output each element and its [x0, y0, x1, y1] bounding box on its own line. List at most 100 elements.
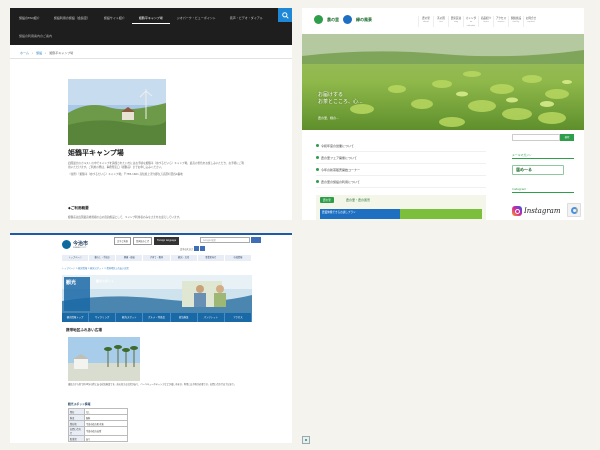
instagram-icon	[512, 206, 522, 216]
breadcrumb-home[interactable]: ホーム	[20, 51, 29, 55]
search-button[interactable]: 検索	[560, 134, 574, 141]
language-button[interactable]: Foreign language	[154, 237, 180, 245]
nav-item-sublabel: contact	[527, 21, 535, 23]
global-nav-item[interactable]: 事業者向け	[198, 255, 225, 261]
bullet-icon	[316, 156, 319, 159]
spot-info-table: 所在 なし 料金 無料 所在地 今治市伯方町木浦 お問い合わせ 今治市伯方支所 駐車場 あり	[68, 408, 128, 442]
global-nav-item[interactable]: 観光・文化	[171, 255, 198, 261]
leaf-logo-icon	[314, 15, 323, 24]
google-search-button[interactable]	[251, 237, 261, 243]
nav-item[interactable]: 商品紹介 items	[478, 16, 493, 27]
search-button[interactable]	[278, 8, 292, 22]
top-bar	[10, 233, 292, 235]
google-search-input[interactable]: Google 検索	[200, 237, 250, 243]
mail-magazine-button[interactable]: 届め〜る	[512, 165, 564, 175]
search-input[interactable]	[512, 134, 560, 141]
news-item[interactable]: 今年の新茶販売開始コーナー	[316, 164, 486, 176]
city-site-screenshot: 今治市 IMABARI CITY 文字と背景 音声読み上げ Foreign la…	[10, 233, 292, 443]
spot-photo	[68, 337, 140, 381]
news-item[interactable]: 農の里の施設の利用について	[316, 176, 486, 188]
nav-item-label: 農の里	[422, 17, 430, 20]
banner-strip-image	[400, 209, 482, 219]
nav-item-sublabel: access	[497, 21, 505, 23]
nav-item[interactable]: 茶の国 tea	[433, 16, 448, 27]
news-item[interactable]: 農の里フェア開催について	[316, 152, 486, 164]
nav-item-sublabel: items	[483, 21, 489, 23]
city-logo[interactable]: 今治市 IMABARI CITY	[62, 240, 88, 249]
nav-item-label: 茶の国	[437, 17, 445, 20]
breadcrumb-current: 姫鶴平キャンプ場	[49, 51, 74, 55]
global-nav-item[interactable]: 健康・福祉	[116, 255, 144, 261]
breadcrumb-facility[interactable]: 施設	[36, 51, 42, 55]
news-item[interactable]: 令和年度の営業について	[316, 140, 486, 152]
nav-item[interactable]: 施設サイト紹介	[97, 16, 132, 24]
camp-site-screenshot: 施設のFAQ紹介 施設利用の施設（会館室） 施設サイト紹介 姫鶴平キャンプ場 ジオパーク…	[10, 8, 292, 220]
nav-item[interactable]: 施設利用の施設（会館室）	[47, 16, 97, 24]
banner-subtitle: 観光スポット	[96, 279, 115, 283]
camp-photo	[68, 79, 166, 145]
nav-item[interactable]: 農家民泊 stay	[448, 16, 463, 27]
nav-item-label: 農家民泊	[450, 17, 462, 20]
section-heading: ◆ご利用概要	[68, 206, 89, 210]
global-nav-item[interactable]: トップページ	[62, 255, 90, 261]
sightseeing-tab[interactable]: アクセス	[225, 313, 252, 322]
sidebar: 検索 メールマガジン 届め〜る Instagram Instagram	[512, 134, 574, 216]
nav-item-label: 商品紹介	[480, 17, 492, 20]
hero-catchphrase: お届けする お茶とこころ、心...	[318, 92, 363, 105]
breadcrumb[interactable]: トップページ > 観光情報 > 観光スポット > 携帯地区ふれあい広場	[62, 266, 129, 270]
instagram-link[interactable]: Instagram	[512, 206, 574, 216]
sightseeing-tab[interactable]: 観光スポット	[116, 313, 144, 322]
banner-strip: 農業体験できるお試しプラン	[320, 209, 400, 219]
search-form: 検索	[512, 134, 574, 141]
instagram-heading: Instagram	[512, 187, 574, 193]
city-seal-icon	[62, 240, 71, 249]
news-list: 令和年度の営業について 農の里フェア開催について今年の新茶販売開始コーナー 農の里の…	[316, 140, 486, 188]
sightseeing-tab[interactable]: サイクリング	[89, 313, 117, 322]
promo-banner[interactable]: 農の里 農の里・農の風景 農業体験できるお試しプラン	[316, 195, 486, 220]
font-size-button[interactable]	[194, 246, 200, 251]
sightseeing-banner: 観光 観光スポット	[62, 275, 252, 313]
hero-image: お届けする お茶とこころ、心... 農の里、緑の...	[302, 34, 584, 130]
nav-sub-item[interactable]: 施設の利用案内のご案内	[19, 34, 52, 38]
nav-item[interactable]: カレンダー calendar	[463, 16, 478, 27]
global-nav-item[interactable]: 市政情報	[225, 255, 252, 261]
recaptcha-icon[interactable]	[567, 203, 581, 217]
sightseeing-tab[interactable]: グルメ・特産品	[143, 313, 171, 322]
tea-farm-screenshot: 農の里 緑の風景 農の里 about 茶の国 tea 農家民泊 stay カレンダー cale…	[302, 8, 584, 220]
font-size-button[interactable]	[200, 246, 206, 251]
page-title: 姫鶴平キャンプ場	[68, 149, 124, 157]
bullet-icon	[316, 144, 319, 147]
nav-item[interactable]: ジオパーク・ビューポイント	[170, 16, 223, 24]
sightseeing-tab[interactable]: 観光情報トップ	[62, 313, 90, 322]
nav-item[interactable]: 農の里 about	[418, 16, 433, 27]
nav-item-label: アクセス	[495, 17, 507, 20]
news-item-label: 今年の新茶販売開始コーナー	[321, 167, 361, 172]
sightseeing-tab[interactable]: パンフレット	[198, 313, 225, 322]
info-row: 駐車場 あり	[68, 435, 128, 442]
nav-item-sublabel: stay	[453, 21, 459, 23]
nav-item[interactable]: 音声・ビデオ・ダイアル	[223, 16, 270, 24]
global-nav-item[interactable]: 子育て・教育	[143, 255, 171, 261]
banner-title: 農の里・農の風景	[346, 198, 371, 202]
nav-item[interactable]: 姫鶴平キャンプ場	[131, 16, 170, 24]
nav-item[interactable]: 関連施設 facility	[508, 16, 523, 27]
divider	[10, 58, 292, 59]
news-item-label: 農の里の施設の利用について	[321, 179, 360, 184]
hero-subtext: 農の里、緑の...	[318, 116, 339, 120]
nav-item[interactable]: アクセス access	[493, 16, 508, 27]
nav-item[interactable]: 施設のFAQ紹介	[12, 16, 47, 24]
sightseeing-tab[interactable]: 宿泊施設	[171, 313, 198, 322]
info-key: お問い合わせ	[68, 426, 85, 436]
nav-item-sublabel: calendar	[466, 25, 476, 27]
read-aloud-button[interactable]: 音声読み上げ	[132, 237, 153, 245]
contrast-button[interactable]: 文字と背景	[114, 237, 131, 245]
city-name-en: IMABARI CITY	[73, 247, 87, 249]
site-logo[interactable]: 農の里 緑の風景	[314, 15, 372, 24]
nav-item[interactable]: お問合せ contact	[523, 16, 538, 27]
sightseeing-tabs: 観光情報トップ サイクリング 観光スポット グルメ・特産品 宿泊施設 パンフレット アクセス	[62, 313, 252, 322]
spot-info-heading: 観光スポット情報	[68, 402, 91, 406]
section-body: 姫鶴荘は四国最高峰規模の山の宿泊施設として、キャンプ利用者のみなさまをお迎えして…	[68, 216, 182, 219]
global-nav-item[interactable]: 暮らし・手続き	[89, 255, 117, 261]
info-key: 駐車場	[68, 435, 85, 442]
logo-text-2: 緑の風景	[356, 16, 372, 22]
